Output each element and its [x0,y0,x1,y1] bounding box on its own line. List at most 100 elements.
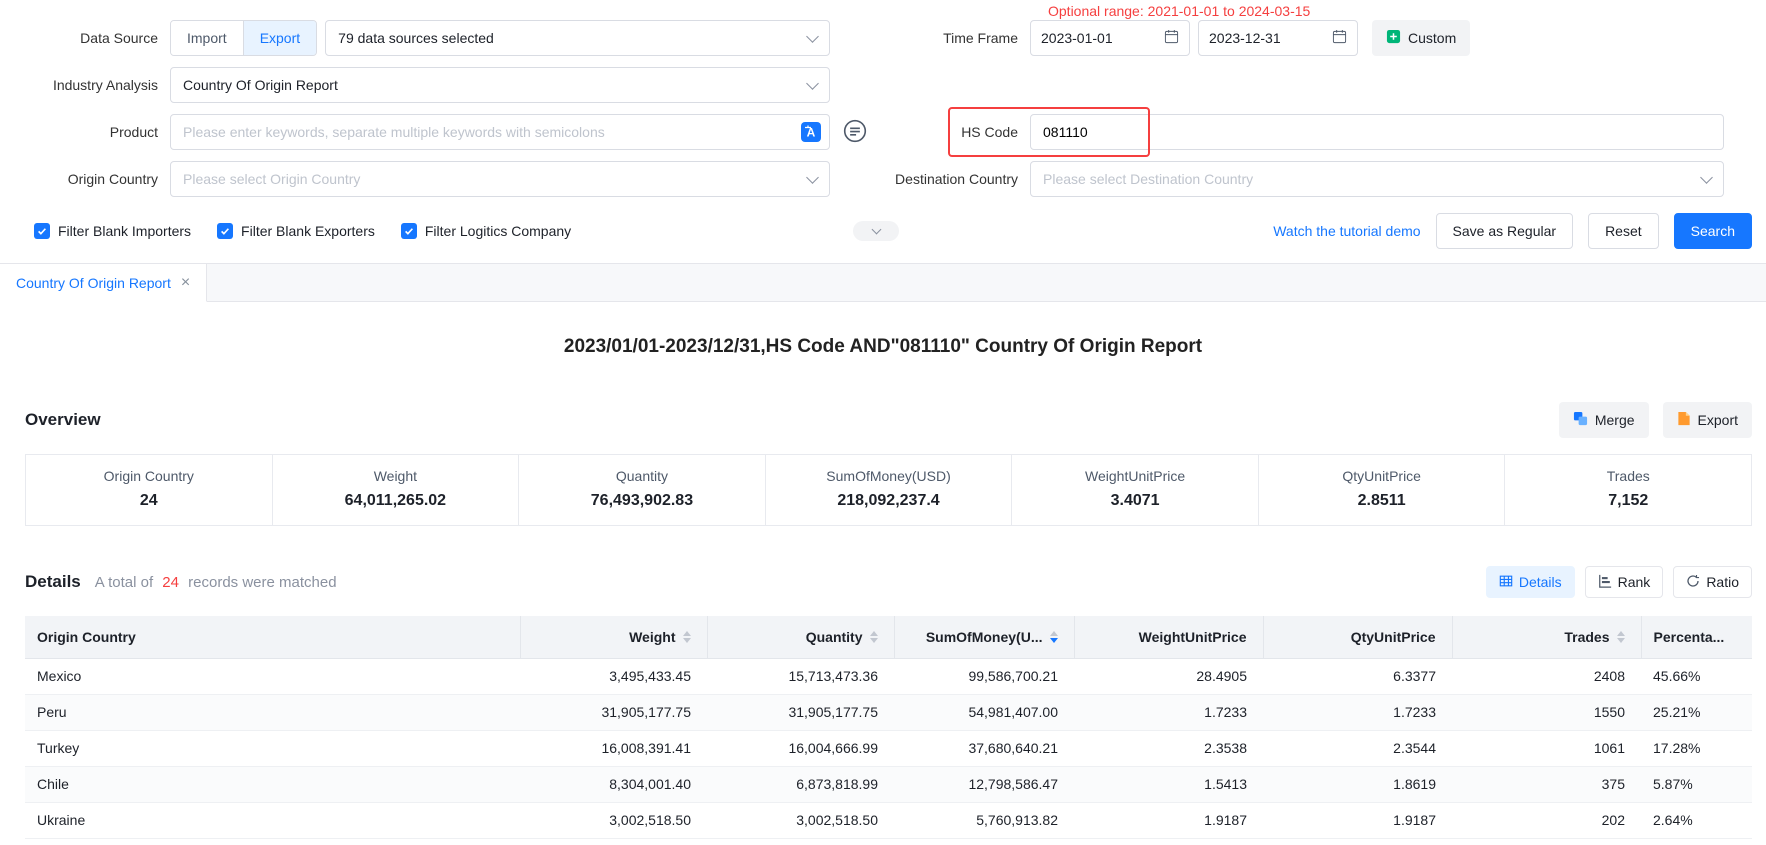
country-row: Origin Country Please select Origin Coun… [0,161,1752,197]
view-button-label: Details [1519,574,1562,590]
table-cell: 15,713,473.36 [707,658,894,694]
export-button-label: Export [1698,412,1738,428]
chevron-down-icon [1700,171,1713,184]
tab-country-of-origin-report[interactable]: Country Of Origin Report × [0,264,207,302]
optional-range-note: Optional range: 2021-01-01 to 2024-03-15 [1048,3,1310,19]
calendar-icon [1164,29,1179,47]
industry-analysis-row: Industry Analysis Country Of Origin Repo… [0,67,1752,103]
filter-blank-importers-checkbox[interactable]: Filter Blank Importers [34,223,191,239]
table-cell: 6.3377 [1263,658,1452,694]
stat-value: 64,011,265.02 [273,492,519,510]
product-input-wrap: A [170,114,830,150]
product-keywords-input[interactable] [170,114,830,150]
column-header-trades[interactable]: Trades [1452,616,1641,658]
table-cell: 1.5413 [1074,766,1263,802]
table-header-row: Origin Country Weight Quantity SumOfMone… [25,616,1752,658]
tutorial-demo-link[interactable]: Watch the tutorial demo [1273,223,1420,239]
checkbox-checked-icon [401,223,417,239]
view-details-button[interactable]: Details [1486,566,1575,598]
collapse-filters-button[interactable] [853,221,899,241]
table-cell: 1061 [1452,730,1641,766]
table-row[interactable]: Chile 8,304,001.40 6,873,818.99 12,798,5… [25,766,1752,802]
overview-heading: Overview [25,410,101,430]
column-header-quantity[interactable]: Quantity [707,616,894,658]
stat-label: WeightUnitPrice [1012,468,1258,484]
export-button[interactable]: Export [1663,402,1752,438]
chevron-down-icon [871,224,881,234]
table-cell: Peru [25,694,520,730]
stat-trades: Trades 7,152 [1505,455,1751,525]
close-icon[interactable]: × [181,275,190,291]
import-export-toggle: Import Export [170,20,317,56]
table-cell: 5,760,913.82 [894,802,1074,838]
merge-icon [1573,411,1588,429]
table-cell: 25.21% [1641,694,1752,730]
table-cell: 1.8619 [1263,766,1452,802]
checkbox-label: Filter Blank Importers [58,223,191,239]
sort-icon[interactable] [1617,631,1625,643]
save-as-regular-button[interactable]: Save as Regular [1436,213,1574,249]
table-cell: 37,680,640.21 [894,730,1074,766]
stat-label: Weight [273,468,519,484]
data-source-select[interactable]: 79 data sources selected [325,20,830,56]
table-cell: 99,586,700.21 [894,658,1074,694]
import-toggle-button[interactable]: Import [171,21,243,55]
rank-chart-icon [1598,574,1612,591]
sort-desc-active-icon[interactable] [1050,631,1058,643]
summary-suffix: records were matched [188,574,336,591]
filter-logistics-company-checkbox[interactable]: Filter Logitics Company [401,223,571,239]
column-header-sum-of-money[interactable]: SumOfMoney(U... [894,616,1074,658]
industry-analysis-value: Country Of Origin Report [183,77,338,93]
view-rank-button[interactable]: Rank [1585,566,1664,598]
table-cell: 45.66% [1641,658,1752,694]
industry-analysis-select[interactable]: Country Of Origin Report [170,67,830,103]
table-row[interactable]: Ukraine 3,002,518.50 3,002,518.50 5,760,… [25,802,1752,838]
table-cell: 3,495,433.45 [520,658,707,694]
origin-country-placeholder: Please select Origin Country [183,171,360,187]
details-table: Origin Country Weight Quantity SumOfMone… [25,616,1752,839]
reset-button[interactable]: Reset [1588,213,1659,249]
stat-label: QtyUnitPrice [1259,468,1505,484]
details-heading: Details [25,572,81,592]
stat-value: 3.4071 [1012,492,1258,510]
overview-stats-panel: Origin Country 24 Weight 64,011,265.02 Q… [25,454,1752,526]
export-toggle-button[interactable]: Export [243,21,316,55]
tab-label: Country Of Origin Report [16,275,171,291]
custom-button[interactable]: Custom [1372,20,1470,56]
column-header-percentage: Percenta... [1641,616,1752,658]
destination-country-select[interactable]: Please select Destination Country [1030,161,1724,197]
start-date-input[interactable]: 2023-01-01 [1030,20,1190,56]
column-header-origin-country: Origin Country [25,616,520,658]
table-row[interactable]: Peru 31,905,177.75 31,905,177.75 54,981,… [25,694,1752,730]
chevron-down-icon [806,30,819,43]
sort-icon[interactable] [870,631,878,643]
end-date-input[interactable]: 2023-12-31 [1198,20,1358,56]
table-row[interactable]: Turkey 16,008,391.41 16,004,666.99 37,68… [25,730,1752,766]
table-cell: 16,004,666.99 [707,730,894,766]
view-ratio-button[interactable]: Ratio [1673,566,1752,598]
data-source-row: Data Source Import Export 79 data source… [0,20,1752,56]
table-cell: 31,905,177.75 [520,694,707,730]
translate-icon[interactable]: A [800,121,822,148]
checkbox-label: Filter Logitics Company [425,223,571,239]
table-row[interactable]: Mexico 3,495,433.45 15,713,473.36 99,586… [25,658,1752,694]
table-cell: Mexico [25,658,520,694]
column-label: QtyUnitPrice [1351,629,1436,645]
filter-blank-exporters-checkbox[interactable]: Filter Blank Exporters [217,223,375,239]
stat-label: Trades [1505,468,1751,484]
stat-origin-country: Origin Country 24 [26,455,273,525]
column-header-weight[interactable]: Weight [520,616,707,658]
search-button[interactable]: Search [1674,213,1752,249]
sort-icon[interactable] [683,631,691,643]
checkbox-checked-icon [217,223,233,239]
origin-country-select[interactable]: Please select Origin Country [170,161,830,197]
filter-actions-row: Filter Blank Importers Filter Blank Expo… [0,213,1752,249]
stat-weight: Weight 64,011,265.02 [273,455,520,525]
stat-value: 76,493,902.83 [519,492,765,510]
start-date-value: 2023-01-01 [1041,30,1113,46]
merge-button[interactable]: Merge [1559,402,1649,438]
keyword-tool-button[interactable] [840,117,870,147]
calendar-icon [1332,29,1347,47]
table-cell: Turkey [25,730,520,766]
hs-code-input[interactable] [1030,114,1724,150]
